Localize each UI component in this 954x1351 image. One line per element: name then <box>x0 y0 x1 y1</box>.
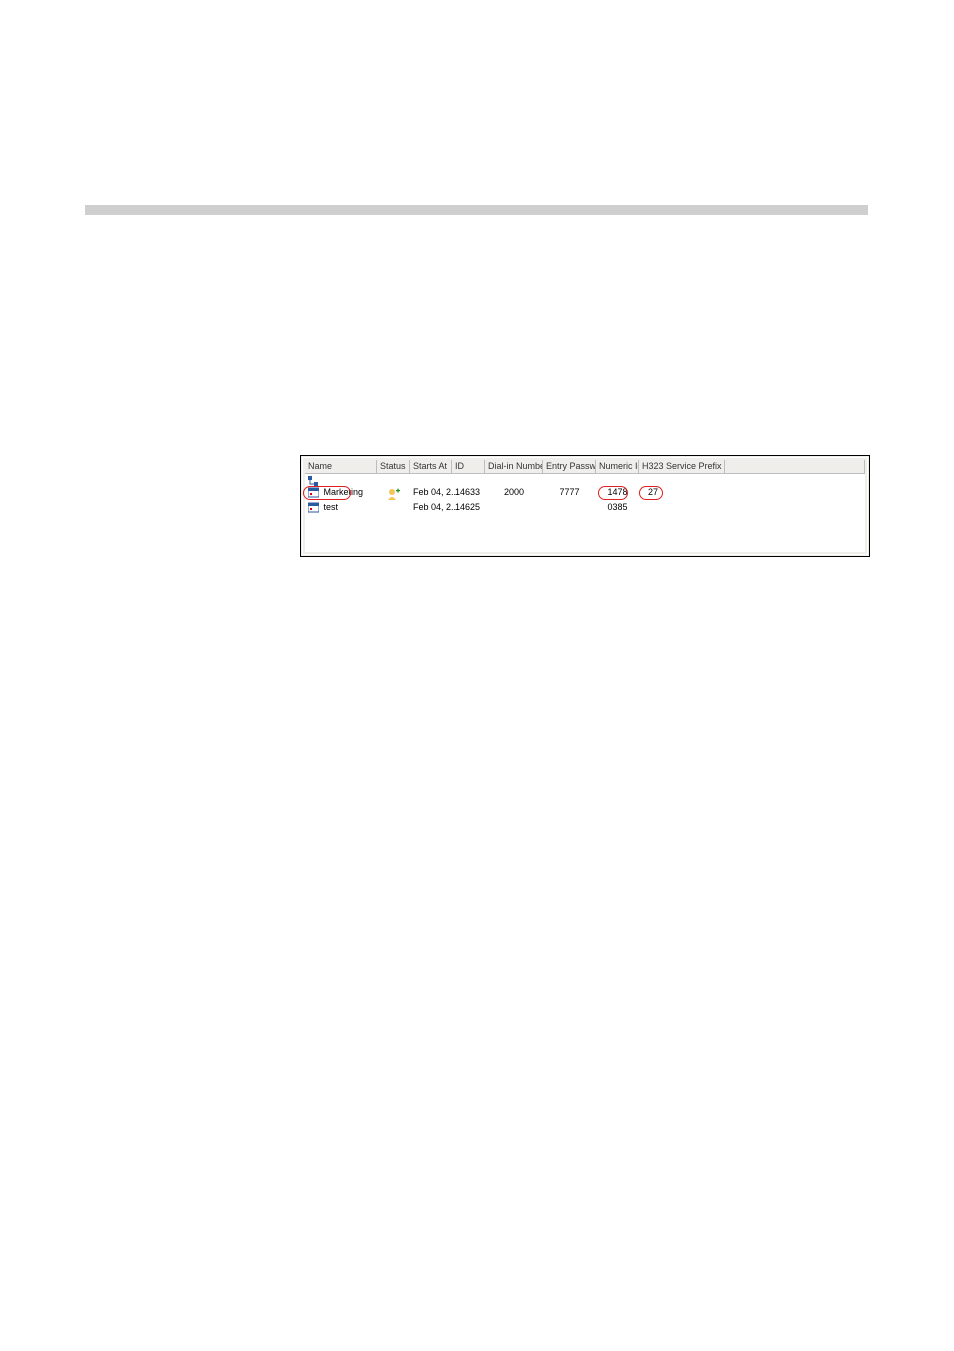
cell-status <box>377 486 410 501</box>
table-row[interactable]: test Feb 04, 2... 14625 0385 <box>305 501 865 516</box>
column-header-dialin[interactable]: Dial-in Number <box>485 460 543 474</box>
cell-dialin <box>485 501 543 516</box>
grid-body: Marketing Feb 04, 2... <box>305 474 865 552</box>
calendar-icon <box>308 487 319 498</box>
cell-entry-pw: 7777 <box>543 486 596 501</box>
column-header-prefix[interactable]: H323 Service Prefix <box>639 460 725 474</box>
cell-numeric-id: 0385 <box>596 501 639 516</box>
prefix-text: 27 <box>642 487 658 497</box>
cell-prefix <box>639 501 725 516</box>
grid-inner: Name Status Starts At ID Dial-in Number … <box>302 457 868 555</box>
reservations-grid: Name Status Starts At ID Dial-in Number … <box>300 455 870 557</box>
cell-spacer <box>725 501 865 516</box>
table-row[interactable]: Marketing Feb 04, 2... <box>305 486 865 501</box>
cell-prefix: 27 <box>639 486 725 501</box>
column-header-status[interactable]: Status <box>377 460 410 474</box>
gray-divider-bar <box>85 205 868 215</box>
cell-status <box>377 501 410 516</box>
person-plus-icon <box>387 488 401 500</box>
column-header-numeric-id[interactable]: Numeric Id <box>596 460 639 474</box>
cell-id: 14625 <box>452 501 485 516</box>
column-header-spacer <box>725 460 865 474</box>
numeric-id-text: 1478 <box>607 487 627 497</box>
cell-name: Marketing <box>305 486 377 501</box>
numeric-id-text: 0385 <box>607 502 627 512</box>
column-header-id[interactable]: ID <box>452 460 485 474</box>
cell-starts-at: Feb 04, 2... <box>410 501 452 516</box>
column-header-starts-at[interactable]: Starts At <box>410 460 452 474</box>
column-header-entry-pw[interactable]: Entry Password <box>543 460 596 474</box>
row-name-text: Marketing <box>324 487 364 497</box>
cell-spacer <box>725 486 865 501</box>
cell-numeric-id: 1478 <box>596 486 639 501</box>
cell-starts-at: Feb 04, 2... <box>410 486 452 501</box>
column-header-row: Name Status Starts At ID Dial-in Number … <box>305 460 865 474</box>
cell-dialin: 2000 <box>485 486 543 501</box>
cell-id: 14633 <box>452 486 485 501</box>
row-name-text: test <box>324 502 339 512</box>
calendar-icon <box>308 502 319 513</box>
cell-entry-pw <box>543 501 596 516</box>
tree-root-row <box>305 474 865 486</box>
column-header-name[interactable]: Name <box>305 460 377 474</box>
page: Name Status Starts At ID Dial-in Number … <box>0 0 954 1351</box>
cell-name: test <box>305 501 377 516</box>
